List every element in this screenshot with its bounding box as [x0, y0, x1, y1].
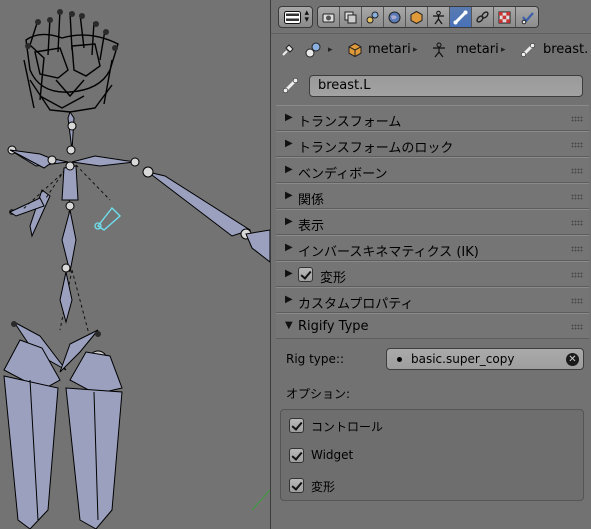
scene-icon: [366, 11, 379, 23]
panel-label: Rigify Type: [298, 319, 369, 334]
breadcrumb-armature: metari: [456, 42, 499, 57]
deform-checkbox[interactable]: [298, 267, 313, 282]
drag-handle-icon[interactable]: [571, 298, 583, 304]
collapsed-arrow-icon: ▶: [285, 112, 293, 123]
rig-type-dot-icon: [397, 357, 402, 362]
panel-label: 表示: [298, 219, 325, 234]
option-label: 変形: [311, 480, 336, 494]
panel-transform-locks[interactable]: ▶ トランスフォームのロック: [276, 131, 589, 157]
panel-label: ベンディボーン: [298, 167, 388, 182]
rig-type-search-field[interactable]: basic.super_copy ✕: [386, 348, 584, 370]
tab-object[interactable]: [406, 7, 428, 27]
breadcrumb-separator-icon: ▸: [501, 45, 506, 55]
bone-name-row: breast.L: [271, 72, 591, 100]
bone-icon: [520, 42, 536, 58]
tab-render[interactable]: [318, 7, 340, 27]
tab-render-layers[interactable]: [340, 7, 362, 27]
panel-rigify-type[interactable]: ▼ Rigify Type: [276, 313, 589, 339]
clear-icon[interactable]: ✕: [566, 353, 579, 366]
drag-handle-icon[interactable]: [571, 142, 583, 148]
properties-header: ▴ ▾: [271, 0, 591, 34]
tab-scene[interactable]: [362, 7, 384, 27]
breadcrumb-separator-icon: ▸: [413, 45, 418, 55]
tab-world[interactable]: [384, 7, 406, 27]
option-label: コントロール: [311, 420, 384, 434]
tab-bone[interactable]: [450, 7, 472, 27]
breadcrumb-separator-icon: ▸: [328, 45, 333, 55]
panel-list: ▶ トランスフォーム ▶ トランスフォームのロック ▶ ベンディボーン ▶ 関係…: [276, 105, 589, 515]
drag-handle-icon[interactable]: [571, 272, 583, 278]
render-icon: [322, 13, 335, 22]
properties-editor-icon: [284, 11, 301, 24]
tab-modifier[interactable]: [516, 7, 538, 27]
expanded-arrow-icon: ▼: [285, 320, 293, 331]
panel-inverse-kinematics[interactable]: ▶ インバースキネマティクス (IK): [276, 235, 589, 261]
properties-editor: ▴ ▾ ▸ metari ▸ metari ▸ breast. breast.L…: [270, 0, 591, 529]
tab-bone-constraints[interactable]: [472, 7, 494, 27]
world-icon: [388, 11, 401, 23]
rig-type-value: basic.super_copy: [411, 352, 515, 366]
tab-texture[interactable]: [494, 7, 516, 27]
collapsed-arrow-icon: ▶: [285, 268, 293, 279]
object-icon: [348, 42, 362, 58]
panel-relations[interactable]: ▶ 関係: [276, 183, 589, 209]
rig-type-label: Rig type::: [286, 352, 344, 366]
armature-data-icon: [433, 42, 445, 58]
bone-constraints-icon: [476, 10, 489, 23]
panel-label: カスタムプロパティ: [298, 297, 414, 312]
drag-handle-icon[interactable]: [571, 168, 583, 174]
bone-name-field[interactable]: breast.L: [309, 75, 583, 97]
armature-bones[interactable]: [0, 0, 270, 529]
panel-deform[interactable]: ▶ 変形: [276, 261, 589, 287]
collapsed-arrow-icon: ▶: [285, 138, 293, 149]
scene-icon: [305, 42, 321, 58]
panel-label: インバースキネマティクス (IK): [298, 245, 479, 260]
option-checkbox[interactable]: [289, 418, 304, 433]
pin-icon[interactable]: [280, 42, 296, 58]
drag-handle-icon[interactable]: [571, 220, 583, 226]
texture-icon: [498, 11, 511, 23]
collapsed-arrow-icon: ▶: [285, 242, 293, 253]
3d-viewport[interactable]: [0, 0, 270, 529]
option-checkbox[interactable]: [289, 448, 304, 463]
collapsed-arrow-icon: ▶: [285, 190, 293, 201]
object-icon: [410, 10, 423, 24]
option-checkbox[interactable]: [289, 478, 304, 493]
dropdown-arrow-icon: ▴ ▾: [304, 8, 309, 25]
armature-data-icon: [433, 10, 444, 24]
properties-tabs: [317, 6, 539, 28]
options-box: コントロール Widget 変形: [280, 409, 584, 501]
collapsed-arrow-icon: ▶: [285, 216, 293, 227]
breadcrumb-object: metari: [368, 42, 411, 57]
drag-handle-icon[interactable]: [571, 194, 583, 200]
render-layers-icon: [344, 11, 357, 23]
panel-label: トランスフォームのロック: [298, 141, 454, 156]
options-label: オプション:: [286, 387, 351, 401]
bone-icon: [453, 10, 468, 24]
drag-handle-icon[interactable]: [571, 324, 583, 330]
modifier-icon: [521, 11, 534, 24]
drag-handle-icon[interactable]: [571, 116, 583, 122]
panel-transform[interactable]: ▶ トランスフォーム: [276, 105, 589, 131]
collapsed-arrow-icon: ▶: [285, 164, 293, 175]
breadcrumb-bone: breast.: [543, 42, 589, 57]
tab-armature-data[interactable]: [428, 7, 450, 27]
rigify-type-body: Rig type:: basic.super_copy ✕ オプション: コント…: [276, 339, 589, 515]
drag-handle-icon[interactable]: [571, 246, 583, 252]
collapsed-arrow-icon: ▶: [285, 294, 293, 305]
panel-bendy-bones[interactable]: ▶ ベンディボーン: [276, 157, 589, 183]
bone-icon: [282, 77, 299, 94]
option-label: Widget: [311, 448, 354, 462]
panel-display[interactable]: ▶ 表示: [276, 209, 589, 235]
panel-label: 変形: [320, 271, 347, 286]
panel-custom-properties[interactable]: ▶ カスタムプロパティ: [276, 287, 589, 313]
panel-label: 関係: [298, 193, 325, 208]
breadcrumb: ▸ metari ▸ metari ▸ breast.: [271, 34, 591, 66]
editor-type-dropdown[interactable]: ▴ ▾: [278, 6, 313, 28]
panel-label: トランスフォーム: [298, 115, 402, 130]
